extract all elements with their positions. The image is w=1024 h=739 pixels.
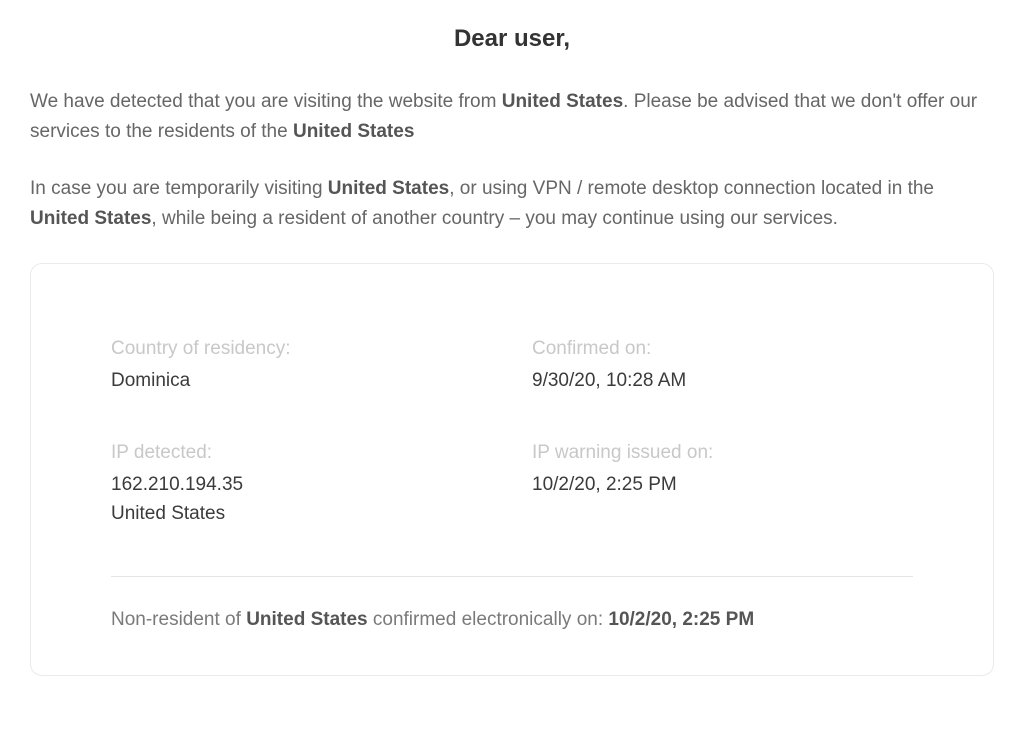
info-grid: Country of residency: Dominica Confirmed… bbox=[111, 334, 913, 528]
detection-paragraph: We have detected that you are visiting t… bbox=[30, 87, 994, 146]
para2-country1: United States bbox=[328, 178, 449, 199]
vpn-paragraph: In case you are temporarily visiting Uni… bbox=[30, 174, 994, 233]
confirmed-value: 9/30/20, 10:28 AM bbox=[532, 367, 913, 396]
confirmation-line: Non-resident of United States confirmed … bbox=[111, 605, 913, 634]
para1-pre: We have detected that you are visiting t… bbox=[30, 91, 502, 112]
ip-country: United States bbox=[111, 503, 225, 524]
ip-detected-field: IP detected: 162.210.194.35 United State… bbox=[111, 438, 492, 528]
confirm-pre: Non-resident of bbox=[111, 609, 246, 630]
residency-value: Dominica bbox=[111, 367, 492, 396]
divider bbox=[111, 576, 913, 577]
para1-country2: United States bbox=[293, 121, 414, 142]
info-card: Country of residency: Dominica Confirmed… bbox=[30, 263, 994, 676]
greeting-heading: Dear user, bbox=[30, 20, 994, 57]
ip-detected-label: IP detected: bbox=[111, 438, 492, 467]
ip-warning-field: IP warning issued on: 10/2/20, 2:25 PM bbox=[532, 438, 913, 528]
confirm-country: United States bbox=[246, 609, 367, 630]
para2-mid2: , while being a resident of another coun… bbox=[151, 208, 838, 229]
confirmed-field: Confirmed on: 9/30/20, 10:28 AM bbox=[532, 334, 913, 396]
ip-warning-label: IP warning issued on: bbox=[532, 438, 913, 467]
para2-pre: In case you are temporarily visiting bbox=[30, 178, 328, 199]
residency-field: Country of residency: Dominica bbox=[111, 334, 492, 396]
ip-detected-value: 162.210.194.35 United States bbox=[111, 471, 492, 528]
confirm-timestamp: 10/2/20, 2:25 PM bbox=[608, 609, 754, 630]
residency-label: Country of residency: bbox=[111, 334, 492, 363]
confirm-mid: confirmed electronically on: bbox=[368, 609, 609, 630]
para1-country1: United States bbox=[502, 91, 623, 112]
para2-country2: United States bbox=[30, 208, 151, 229]
ip-warning-value: 10/2/20, 2:25 PM bbox=[532, 471, 913, 500]
confirmed-label: Confirmed on: bbox=[532, 334, 913, 363]
para2-mid1: , or using VPN / remote desktop connecti… bbox=[449, 178, 934, 199]
ip-address: 162.210.194.35 bbox=[111, 474, 243, 495]
